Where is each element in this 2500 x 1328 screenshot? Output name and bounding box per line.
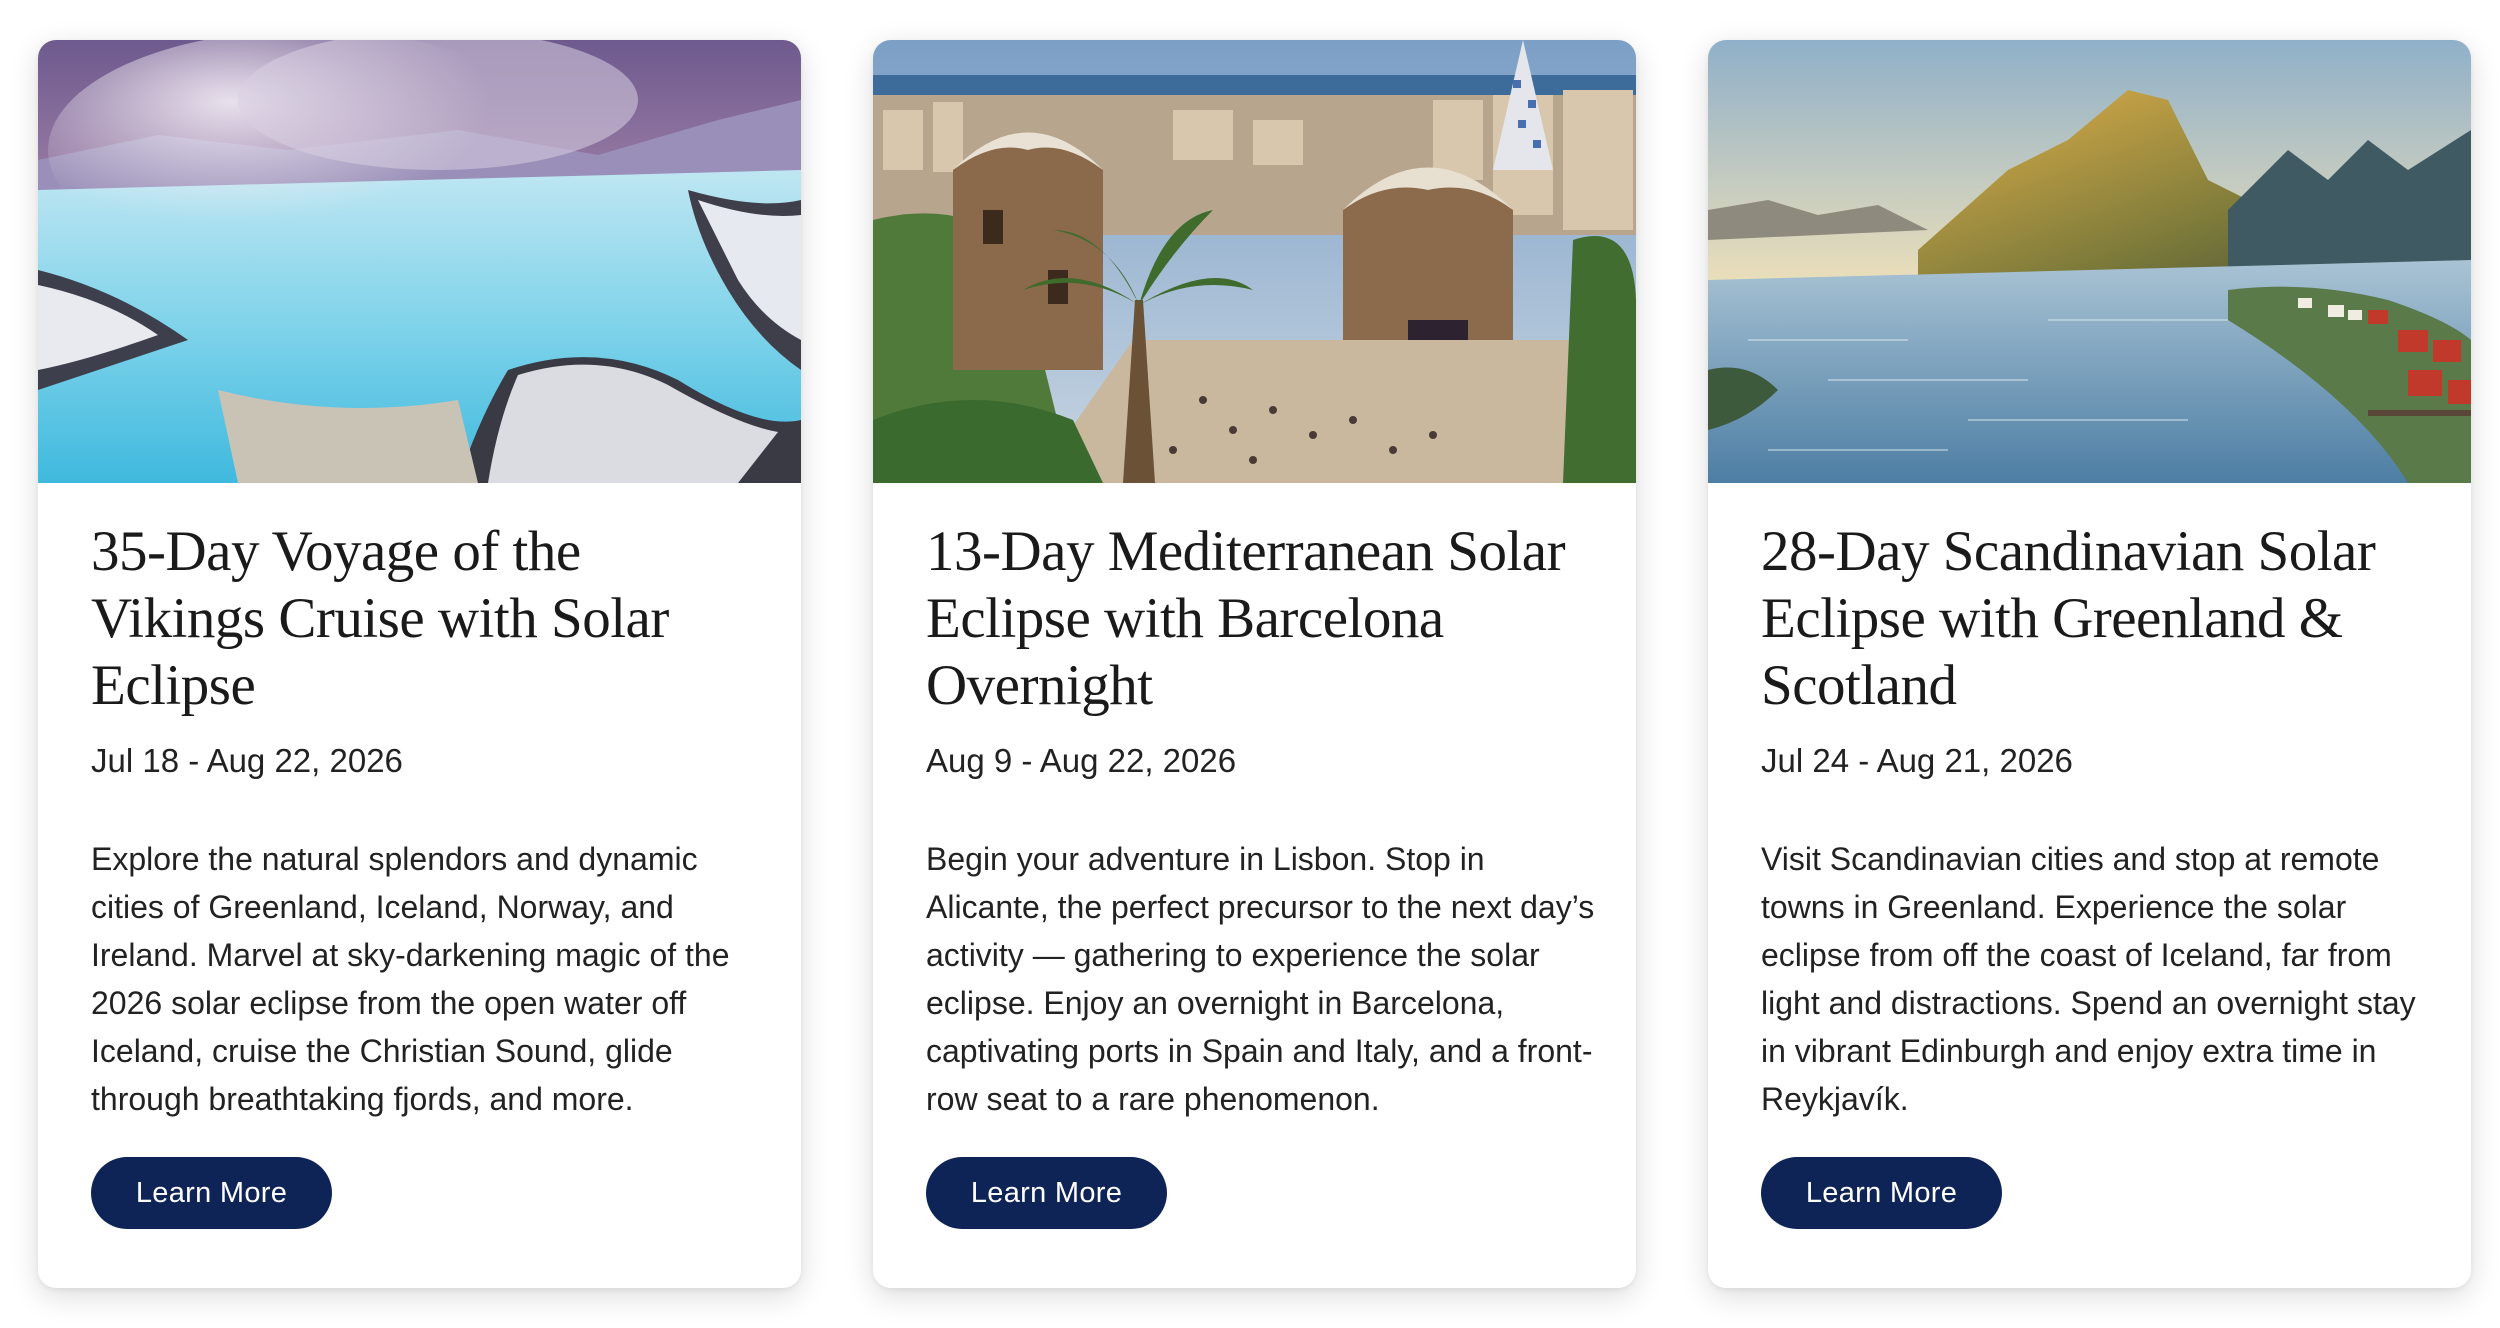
learn-more-button[interactable]: Learn More xyxy=(926,1157,1167,1229)
card-dates: Jul 18 - Aug 22, 2026 xyxy=(91,742,403,779)
card-description: Visit Scandinavian cities and stop at re… xyxy=(1761,841,2416,1117)
card-title[interactable]: 35-Day Voyage of the Vikings Cruise with… xyxy=(91,518,761,719)
card-image-fjord-village[interactable] xyxy=(1708,40,2471,483)
card-description: Begin your adventure in Lisbon. Stop in … xyxy=(926,841,1595,1117)
card-dates: Aug 9 - Aug 22, 2026 xyxy=(926,742,1237,779)
cruise-card-mediterranean: 13-Day Mediterranean Solar Eclipse with … xyxy=(873,40,1636,1288)
learn-more-button[interactable]: Learn More xyxy=(91,1157,332,1229)
card-description: Explore the natural splendors and dynami… xyxy=(91,841,730,1117)
cruise-card-grid: 35-Day Voyage of the Vikings Cruise with… xyxy=(0,0,2500,1328)
cruise-card-vikings: 35-Day Voyage of the Vikings Cruise with… xyxy=(38,40,801,1288)
card-image-park-guell[interactable] xyxy=(873,40,1636,483)
card-body: 28-Day Scandinavian Solar Eclipse with G… xyxy=(1761,518,2431,1123)
card-body: 35-Day Voyage of the Vikings Cruise with… xyxy=(91,518,761,1123)
card-title[interactable]: 28-Day Scandinavian Solar Eclipse with G… xyxy=(1761,518,2431,719)
learn-more-button[interactable]: Learn More xyxy=(1761,1157,2002,1229)
card-dates: Jul 24 - Aug 21, 2026 xyxy=(1761,742,2073,779)
card-image-blue-lagoon[interactable] xyxy=(38,40,801,483)
cruise-card-scandinavian: 28-Day Scandinavian Solar Eclipse with G… xyxy=(1708,40,2471,1288)
card-body: 13-Day Mediterranean Solar Eclipse with … xyxy=(926,518,1596,1123)
card-title[interactable]: 13-Day Mediterranean Solar Eclipse with … xyxy=(926,518,1596,719)
